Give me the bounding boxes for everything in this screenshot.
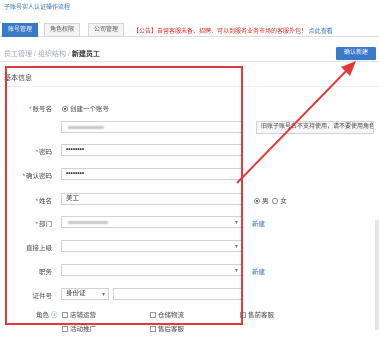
annotation-arrow-icon [236, 61, 356, 184]
scrollbar[interactable] [375, 220, 379, 330]
